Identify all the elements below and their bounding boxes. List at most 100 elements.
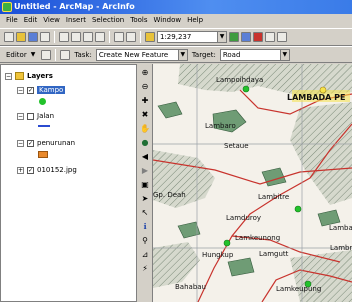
menu-help[interactable]: Help [184,14,206,27]
arccatalog-icon[interactable] [253,32,263,42]
village-point[interactable] [223,239,231,247]
menu-selection[interactable]: Selection [89,14,127,27]
target-combo[interactable]: Road ▼ [219,48,290,61]
layer-name[interactable]: Jalan [37,112,54,120]
standard-toolbar: 1:29,237 ▼ [0,28,352,46]
layers-frame-icon [15,72,24,80]
menu-window[interactable]: Window [151,14,185,27]
help-icon[interactable] [277,32,287,42]
delete-icon[interactable] [95,32,105,42]
village-point[interactable] [242,85,250,93]
select-elements-icon[interactable]: ➤ [140,194,150,204]
target-value: Road [222,50,241,59]
add-data-icon[interactable] [145,32,155,42]
arctoolbox-icon[interactable] [241,32,251,42]
map-scale-combo[interactable]: 1:29,237 ▼ [157,31,227,43]
map-place-label: Hungkup [202,251,234,259]
menu-view[interactable]: View [40,14,63,27]
layer-visibility-checkbox[interactable] [27,112,34,120]
cut-icon[interactable] [59,32,69,42]
menu-tools[interactable]: Tools [127,14,150,27]
task-label: Task: [74,50,92,59]
arcmap-window: Untitled - ArcMap - ArcInfo File Edit Vi… [0,0,352,302]
editor-menu[interactable]: Editor [4,51,29,59]
map-place-label: Bahabau [175,283,206,291]
layer-visibility-checkbox[interactable]: ✓ [27,86,34,94]
layer-row[interactable]: − ✓ penurunan [17,138,75,148]
layers-root-row[interactable]: − Layers [5,71,53,81]
map-place-label: Lambreit [330,244,352,252]
select-features-icon[interactable]: ▣ [140,180,150,190]
village-point[interactable] [294,205,302,213]
chevron-down-icon[interactable]: ▼ [31,51,36,58]
collapse-icon[interactable]: − [17,112,24,120]
print-icon[interactable] [40,32,50,42]
map-place-label: Lamgutt [259,250,289,258]
layer-visibility-checkbox[interactable]: ✓ [27,166,34,174]
redo-icon[interactable] [126,32,136,42]
fixed-zoom-out-icon[interactable]: ✖ [140,110,150,120]
full-extent-icon[interactable]: ● [140,138,150,148]
sketch-tool-icon[interactable] [60,49,71,60]
editor-toolbar: Editor ▼ Task: Create New Feature ▼ Targ… [0,46,352,63]
target-label: Target: [191,50,216,59]
new-document-icon[interactable] [4,32,14,42]
find-icon[interactable]: ⚲ [140,236,150,246]
pan-icon[interactable]: ✋ [140,124,150,134]
layer-name[interactable]: penurunan [37,139,75,147]
polygon-symbol-icon [38,151,48,158]
layer-name[interactable]: 010152.jpg [37,166,77,174]
layer-row[interactable]: − Jalan [17,111,54,121]
copy-icon[interactable] [71,32,81,42]
open-folder-icon[interactable] [16,32,26,42]
map-place-label: Gp. Deah [153,191,186,199]
map-view[interactable]: Lampoihdaya LAMBADA PE Lambaro Setaue Lambit… [153,64,352,302]
collapse-icon[interactable]: − [17,139,24,147]
next-extent-icon[interactable]: ▶ [140,166,150,176]
paste-icon[interactable] [83,32,93,42]
layer-visibility-checkbox[interactable]: ✓ [27,139,34,147]
point-symbol-icon [39,98,46,105]
layer-name[interactable]: Kampo [37,86,66,94]
menu-bar: File Edit View Insert Selection Tools Wi… [0,14,352,27]
map-canvas[interactable]: Lampoihdaya LAMBADA PE Lambaro Setaue Lambit… [153,64,352,302]
previous-extent-icon[interactable]: ◀ [140,152,150,162]
measure-icon[interactable]: ⊿ [140,250,150,260]
hyperlink-icon[interactable]: ⚡ [140,264,150,274]
command-line-icon[interactable] [265,32,275,42]
collapse-icon[interactable]: − [5,72,12,80]
zoom-out-icon[interactable]: ⊖ [140,82,150,92]
title-bar: Untitled - ArcMap - ArcInfo [0,0,352,14]
expand-icon[interactable]: + [17,166,24,174]
save-icon[interactable] [28,32,38,42]
collapse-icon[interactable]: − [17,86,24,94]
map-scale-value: 1:29,237 [160,33,192,41]
undo-icon[interactable] [114,32,124,42]
task-value: Create New Feature [98,50,169,59]
layer-row[interactable]: + ✓ 010152.jpg [17,165,77,175]
zoom-in-icon[interactable]: ⊕ [140,68,150,78]
map-place-label: Setaue [224,142,249,150]
toolbar-separator [109,31,110,43]
editor-toolbar-icon[interactable] [229,32,239,42]
layer-row[interactable]: − ✓ Kampo [17,85,66,95]
edit-tool-icon[interactable] [41,49,52,60]
identify-icon[interactable]: ℹ [140,222,150,232]
chevron-down-icon[interactable]: ▼ [279,49,289,60]
chevron-down-icon[interactable]: ▼ [217,32,226,42]
select-arrow-icon[interactable]: ↖ [140,208,150,218]
chevron-down-icon[interactable]: ▼ [177,49,187,60]
map-place-label: Lambitre [258,193,289,201]
menu-file[interactable]: File [3,14,21,27]
task-combo[interactable]: Create New Feature ▼ [95,48,188,61]
toolbar-separator [54,31,55,43]
map-place-label: Lamkeupung [276,285,321,293]
map-place-label: Lambaro [205,122,236,130]
toolbar-separator [55,48,57,61]
map-place-label: Lambaro [329,224,352,232]
fixed-zoom-in-icon[interactable]: ✚ [140,96,150,106]
menu-insert[interactable]: Insert [63,14,89,27]
map-place-label: LAMBADA PE [287,93,345,102]
window-title: Untitled - ArcMap - ArcInfo [14,2,135,11]
menu-edit[interactable]: Edit [21,14,41,27]
